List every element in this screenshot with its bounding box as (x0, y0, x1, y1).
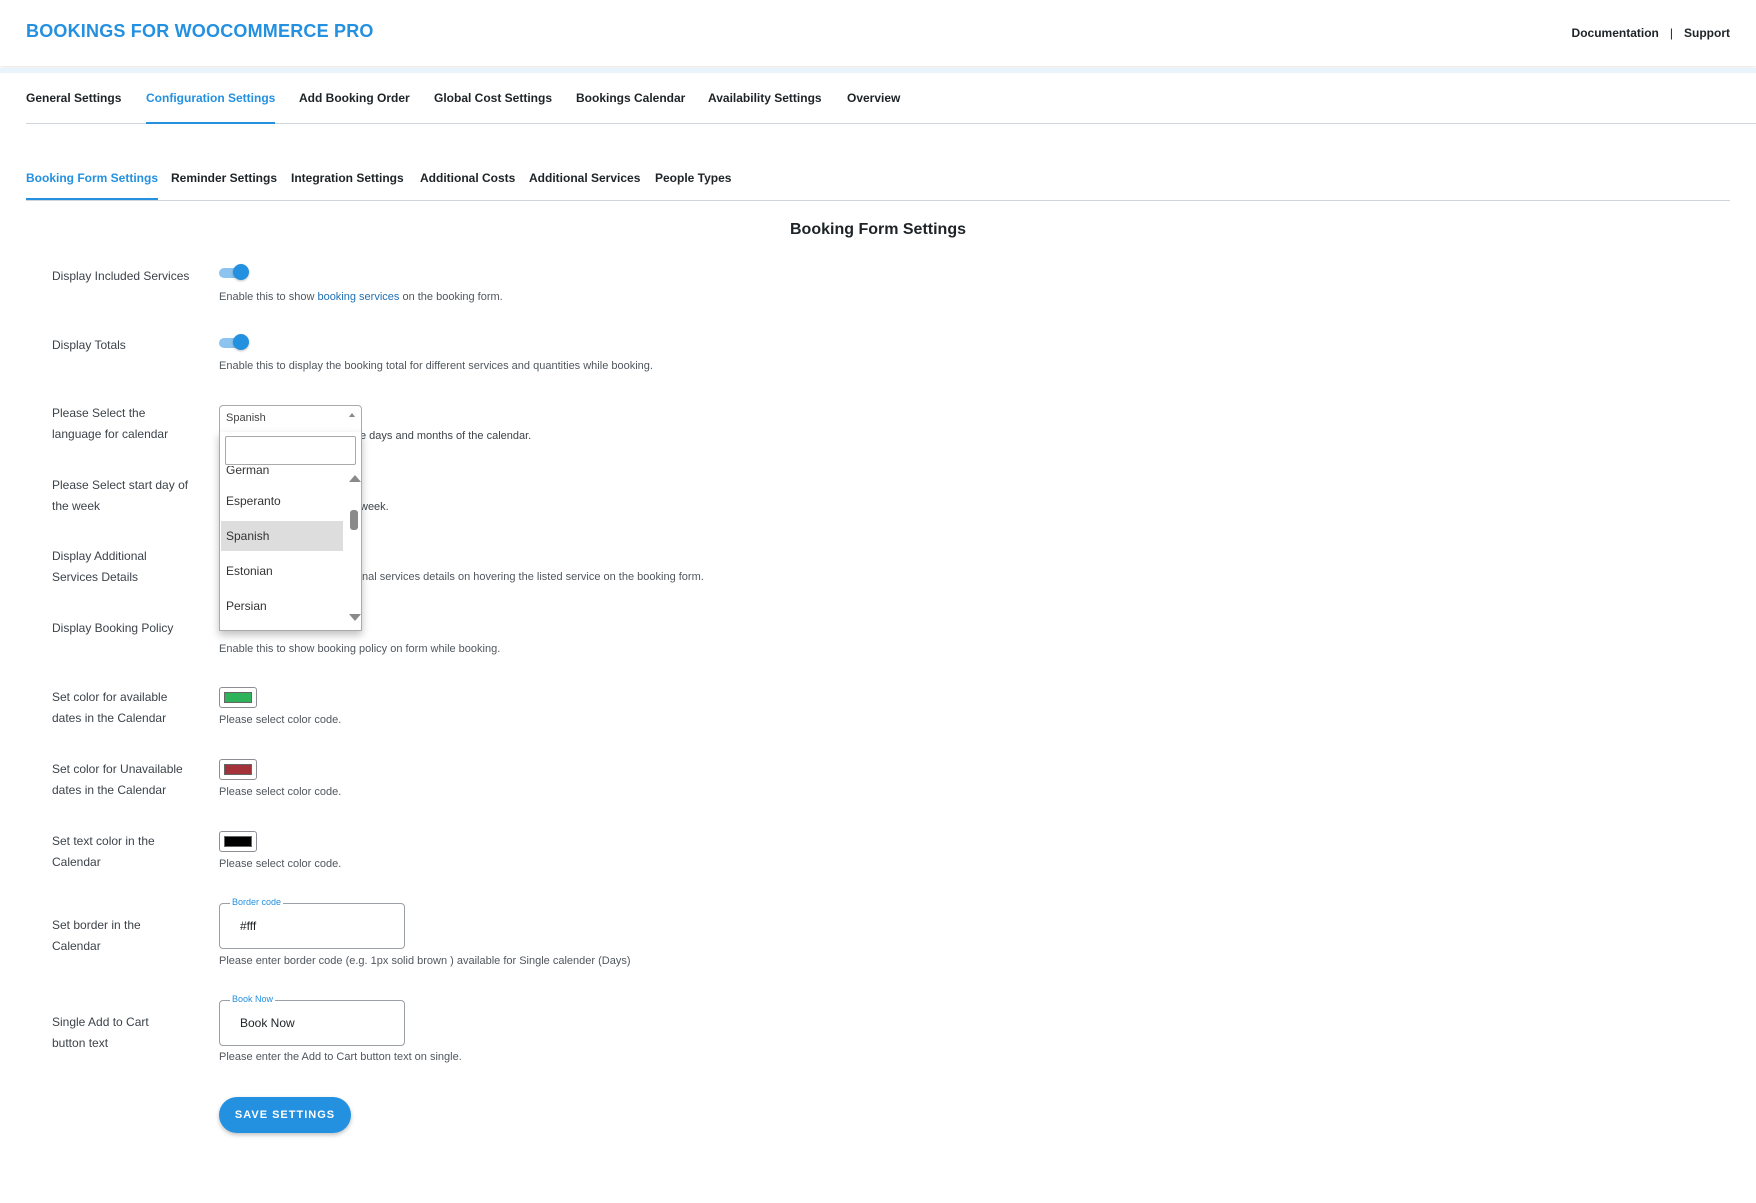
totals-label: Display Totals (52, 338, 126, 352)
add-to-cart-text-field[interactable]: Book Now Book Now (219, 994, 405, 1046)
booking-policy-desc: Enable this to show booking policy on fo… (219, 643, 501, 655)
language-option-highlighted[interactable]: Spanish (221, 521, 343, 551)
language-dropdown: German Esperanto Spanish Estonian Persia… (219, 432, 362, 631)
language-label: Please Select the language for calendar (52, 406, 169, 441)
desc-text: on the booking form. (399, 291, 503, 303)
additional-services-details-desc: nal services details on hovering the lis… (362, 571, 704, 583)
border-code-value: #fff (240, 919, 257, 933)
tab-global-cost-settings[interactable]: Global Cost Settings (434, 73, 552, 123)
included-services-label: Display Included Services (52, 269, 190, 283)
language-options-list: German Esperanto Spanish Estonian Persia… (220, 466, 343, 630)
language-option[interactable]: Persian (221, 591, 343, 621)
unavailable-color-picker[interactable] (219, 759, 257, 780)
totals-toggle[interactable] (219, 334, 249, 350)
subtab-reminder-settings[interactable]: Reminder Settings (171, 165, 277, 199)
border-code-legend: Border code (230, 897, 284, 907)
booking-services-link[interactable]: booking services (317, 291, 399, 303)
subtab-additional-services[interactable]: Additional Services (529, 165, 640, 199)
add-to-cart-value: Book Now (240, 1016, 295, 1030)
sub-tabs: Booking Form Settings Reminder Settings … (26, 165, 1730, 201)
subtab-integration-settings[interactable]: Integration Settings (291, 165, 404, 199)
totals-desc: Enable this to display the booking total… (219, 360, 653, 372)
language-option[interactable]: Estonian (221, 556, 343, 586)
text-color-desc: Please select color code. (219, 858, 342, 870)
documentation-link[interactable]: Documentation (1572, 26, 1659, 40)
language-option[interactable]: German (221, 466, 343, 485)
text-color-picker[interactable] (219, 831, 257, 852)
tab-overview[interactable]: Overview (847, 73, 900, 123)
additional-services-details-label: Display Additional Services Details (52, 549, 147, 584)
header-links: Documentation | Support (1572, 26, 1730, 40)
scroll-up-arrow-icon[interactable] (349, 475, 361, 482)
available-color-swatch (224, 692, 252, 703)
included-services-toggle[interactable] (219, 264, 249, 280)
header-link-separator: | (1669, 26, 1673, 40)
dropdown-scrollbar[interactable] (346, 466, 361, 630)
section-title: Booking Form Settings (790, 221, 966, 238)
unavailable-color-desc: Please select color code. (219, 786, 342, 798)
border-code-field[interactable]: Border code #fff (219, 897, 405, 949)
language-desc: e days and months of the calendar. (360, 430, 532, 442)
tab-configuration-settings[interactable]: Configuration Settings (146, 73, 276, 124)
available-color-desc: Please select color code. (219, 714, 342, 726)
save-settings-button[interactable]: SAVE SETTINGS (219, 1097, 351, 1133)
select-arrow-icon (349, 413, 355, 417)
available-color-label: Set color for available dates in the Cal… (52, 690, 168, 725)
scrollbar-thumb[interactable] (350, 510, 358, 530)
language-select[interactable]: Spanish (219, 405, 362, 435)
add-to-cart-label: Single Add to Cart button text (52, 1015, 149, 1050)
included-services-desc: Enable this to show booking services on … (219, 291, 503, 303)
text-color-label: Set text color in the Calendar (52, 834, 155, 869)
start-day-desc: week. (360, 501, 389, 513)
subtab-additional-costs[interactable]: Additional Costs (420, 165, 515, 199)
available-color-picker[interactable] (219, 687, 257, 708)
unavailable-color-label: Set color for Unavailable dates in the C… (52, 762, 183, 797)
add-to-cart-legend: Book Now (230, 994, 276, 1004)
tab-add-booking-order[interactable]: Add Booking Order (299, 73, 410, 123)
language-selected-value: Spanish (226, 412, 266, 424)
top-header: BOOKINGS FOR WOOCOMMERCE PRO Documentati… (0, 0, 1756, 66)
language-option[interactable]: Esperanto (221, 486, 343, 516)
toggle-knob (233, 264, 249, 280)
unavailable-color-swatch (224, 764, 252, 775)
border-desc: Please enter border code (e.g. 1px solid… (219, 955, 631, 967)
desc-text: Enable this to show (219, 291, 318, 303)
tab-general-settings[interactable]: General Settings (26, 73, 121, 123)
subtab-booking-form-settings[interactable]: Booking Form Settings (26, 165, 158, 200)
language-search-input[interactable] (225, 436, 356, 465)
toggle-knob (233, 334, 249, 350)
plugin-brand-title: BOOKINGS FOR WOOCOMMERCE PRO (26, 21, 374, 41)
border-label: Set border in the Calendar (52, 918, 141, 953)
start-day-label: Please Select start day of the week (52, 478, 189, 513)
tab-availability-settings[interactable]: Availability Settings (708, 73, 822, 123)
booking-policy-label: Display Booking Policy (52, 621, 174, 635)
add-to-cart-desc: Please enter the Add to Cart button text… (219, 1051, 462, 1063)
main-tabs: General Settings Configuration Settings … (26, 73, 1756, 124)
support-link[interactable]: Support (1684, 26, 1730, 40)
tab-bookings-calendar[interactable]: Bookings Calendar (576, 73, 685, 123)
scroll-down-arrow-icon[interactable] (349, 614, 361, 621)
subtab-people-types[interactable]: People Types (655, 165, 731, 199)
text-color-swatch (224, 836, 252, 847)
